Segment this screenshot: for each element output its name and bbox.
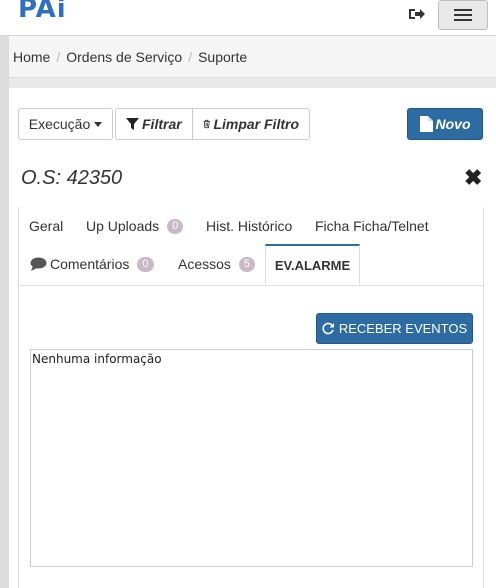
- tab-ev-alarme[interactable]: EV.ALARME: [265, 244, 360, 285]
- receive-events-button[interactable]: RECEBER EVENTOS: [316, 313, 473, 344]
- tab-geral[interactable]: Geral: [29, 218, 63, 234]
- tab-uploads[interactable]: Up Uploads 0: [86, 218, 184, 234]
- menu-toggle-button[interactable]: [438, 0, 488, 30]
- breadcrumb-home[interactable]: Home: [13, 49, 50, 65]
- close-icon[interactable]: ✖: [464, 167, 482, 189]
- acessos-count-badge: 5: [238, 256, 256, 272]
- trash-icon: [203, 119, 210, 129]
- comentarios-count-badge: 0: [137, 256, 154, 272]
- clear-filter-button[interactable]: Limpar Filtro: [192, 108, 310, 140]
- tab-acessos[interactable]: Acessos 5: [178, 256, 256, 272]
- tab-comentarios[interactable]: Comentários 0: [30, 256, 154, 272]
- breadcrumb-suporte: Suporte: [198, 49, 248, 65]
- app-logo[interactable]: PAi: [18, 0, 67, 24]
- background-page-strip: [0, 36, 9, 588]
- top-navbar: PAi: [0, 0, 496, 36]
- tab-ficha-telnet[interactable]: Ficha Ficha/Telnet: [315, 218, 429, 234]
- hamburger-icon: [454, 9, 472, 11]
- tab-historico[interactable]: Hist. Histórico: [206, 218, 292, 234]
- tabs-container: Geral Up Uploads 0 Hist. Histórico Ficha …: [18, 207, 484, 588]
- caret-down-icon: [94, 121, 103, 127]
- refresh-icon: [322, 322, 334, 335]
- main-panel: Execução Filtrar Limpar Filtro Novo O.S:…: [9, 88, 496, 588]
- os-title: O.S: 42350: [21, 167, 123, 189]
- sign-out-icon[interactable]: [408, 6, 426, 22]
- breadcrumb-ordens[interactable]: Ordens de Serviço: [66, 49, 182, 65]
- events-output-textarea[interactable]: Nenhuma informação: [30, 349, 473, 567]
- new-button[interactable]: Novo: [407, 108, 483, 140]
- uploads-count-badge: 0: [167, 218, 184, 234]
- filter-button[interactable]: Filtrar: [115, 108, 193, 140]
- execucao-dropdown-button[interactable]: Execução: [18, 108, 113, 140]
- file-icon: [419, 116, 433, 132]
- tabs-divider: [19, 285, 483, 286]
- filter-icon: [126, 117, 139, 130]
- breadcrumb: Home / Ordens de Serviço / Suporte: [13, 49, 248, 65]
- comment-icon: [30, 257, 47, 271]
- breadcrumb-bar: Home / Ordens de Serviço / Suporte: [9, 36, 496, 78]
